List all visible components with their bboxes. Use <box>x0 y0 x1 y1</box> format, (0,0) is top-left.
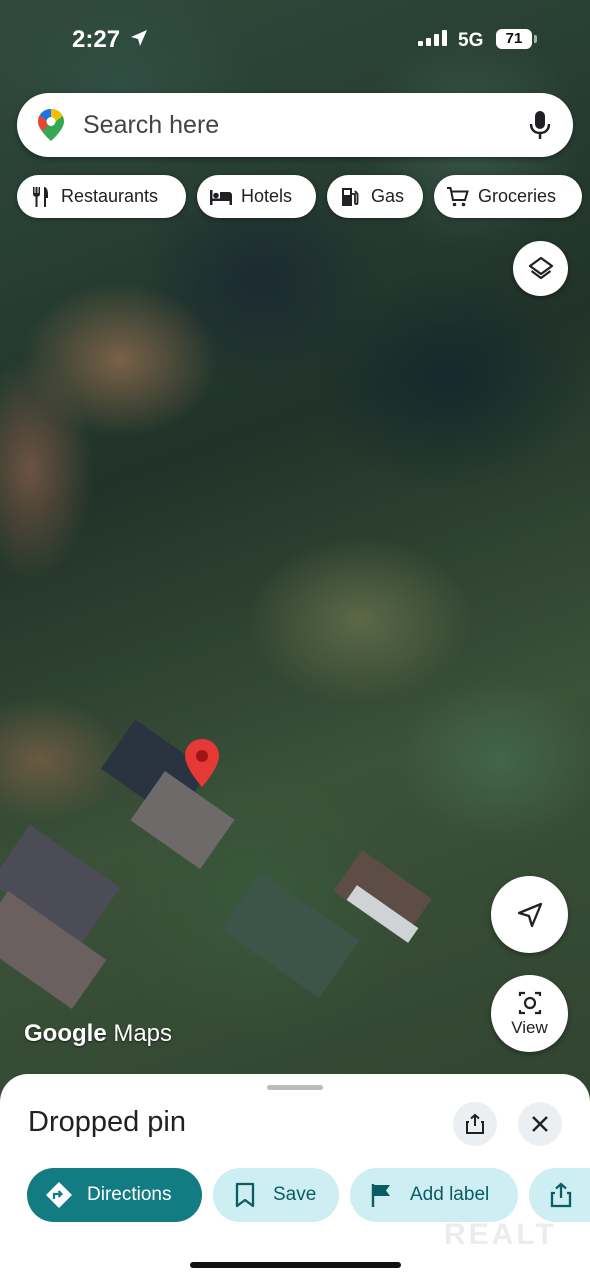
dropped-pin-marker[interactable] <box>182 737 222 789</box>
flag-icon <box>371 1184 390 1207</box>
layers-icon <box>528 256 553 279</box>
status-bar: 2:27 5G 71 <box>0 0 590 80</box>
attribution-google: Google <box>24 1020 107 1047</box>
sheet-title: Dropped pin <box>28 1106 186 1138</box>
gas-icon <box>342 187 359 206</box>
status-time: 2:27 <box>72 26 121 53</box>
microphone-icon[interactable] <box>527 110 553 140</box>
chip-gas[interactable]: Gas <box>327 175 423 218</box>
directions-button[interactable]: Directions <box>27 1168 202 1222</box>
add-label-label: Add label <box>410 1184 490 1205</box>
google-maps-logo-icon <box>38 109 64 141</box>
share-button[interactable] <box>453 1102 497 1146</box>
save-button[interactable]: Save <box>213 1168 339 1222</box>
bookmark-icon <box>235 1182 255 1208</box>
sheet-drag-handle[interactable] <box>267 1085 323 1090</box>
view-camera-icon <box>518 991 541 1014</box>
search-input[interactable]: Search here <box>83 111 219 140</box>
directions-icon <box>46 1182 72 1208</box>
share-action-button[interactable] <box>529 1168 590 1222</box>
layers-button[interactable] <box>513 241 568 296</box>
restaurant-icon <box>33 186 48 207</box>
search-bar[interactable]: Search here <box>17 93 573 157</box>
chip-label: Gas <box>371 186 405 206</box>
chip-groceries[interactable]: Groceries <box>434 175 582 218</box>
navigation-arrow-icon <box>517 902 542 927</box>
google-maps-attribution: Google Maps <box>24 1020 172 1048</box>
share-icon <box>550 1182 572 1208</box>
cart-icon <box>447 186 469 206</box>
network-type: 5G <box>458 30 484 51</box>
add-label-button[interactable]: Add label <box>350 1168 518 1222</box>
chip-hotels[interactable]: Hotels <box>197 175 316 218</box>
close-icon <box>532 1116 548 1132</box>
chip-restaurants[interactable]: Restaurants <box>17 175 186 218</box>
directions-label: Directions <box>87 1184 172 1205</box>
save-label: Save <box>273 1184 317 1205</box>
my-location-button[interactable] <box>491 876 568 953</box>
realt-watermark: REALT <box>444 1218 557 1251</box>
attribution-maps: Maps <box>113 1020 173 1047</box>
chip-label: Groceries <box>478 186 557 206</box>
chip-label: Restaurants <box>61 186 159 206</box>
signal-icon <box>418 30 447 46</box>
home-indicator[interactable] <box>190 1262 401 1268</box>
view-button-label: View <box>511 1017 548 1037</box>
share-icon <box>466 1113 484 1134</box>
location-arrow-icon <box>131 30 147 46</box>
view-button[interactable]: View <box>491 975 568 1052</box>
hotel-icon <box>210 189 232 205</box>
chip-label: Hotels <box>241 186 293 206</box>
close-button[interactable] <box>518 1102 562 1146</box>
battery-indicator: 71 <box>496 29 532 49</box>
battery-tip <box>534 35 537 43</box>
